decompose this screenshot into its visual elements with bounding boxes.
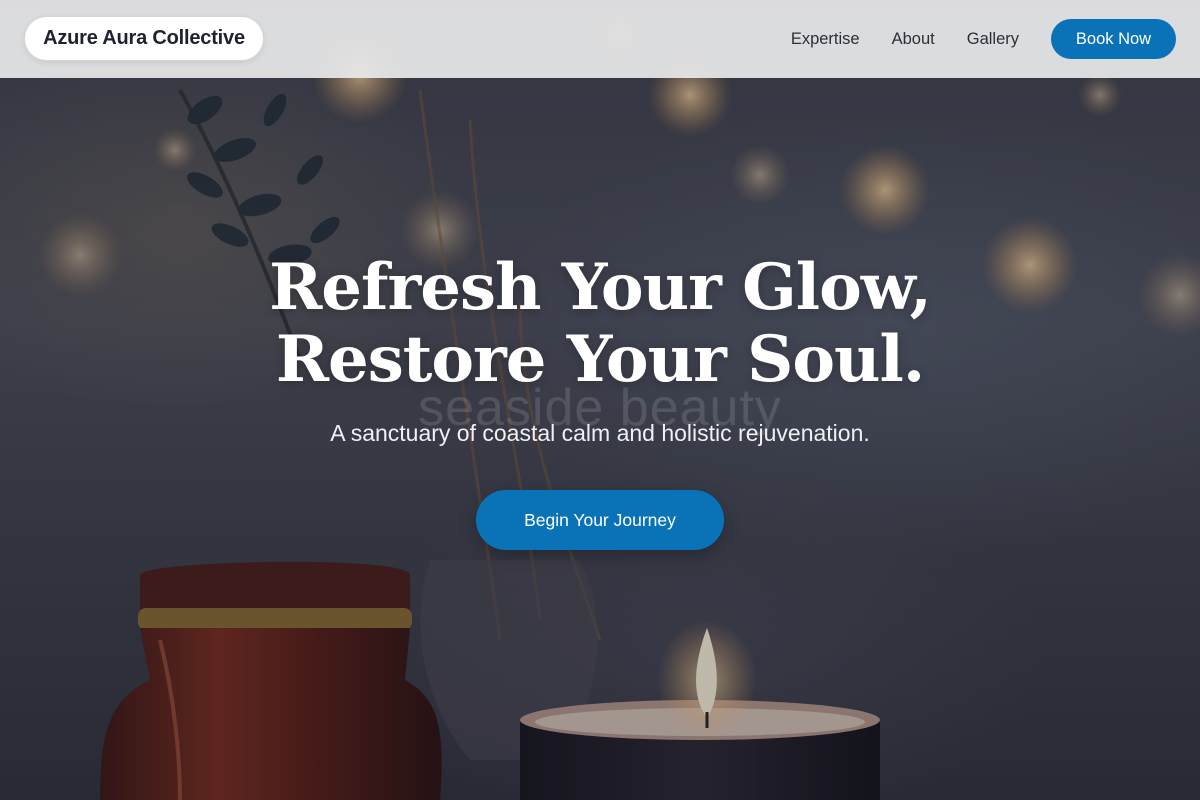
nav-link-expertise[interactable]: Expertise xyxy=(791,30,860,49)
nav-links: Expertise About Gallery Book Now xyxy=(791,19,1176,59)
begin-journey-button[interactable]: Begin Your Journey xyxy=(476,490,724,550)
hero-headline-line-1: Refresh Your Glow, xyxy=(269,250,932,325)
nav-link-gallery[interactable]: Gallery xyxy=(967,30,1019,49)
nav-link-about[interactable]: About xyxy=(892,30,935,49)
top-navbar: Azure Aura Collective Expertise About Ga… xyxy=(0,0,1200,78)
hero-subtitle: A sanctuary of coastal calm and holistic… xyxy=(330,420,870,446)
hero-headline: Refresh Your Glow, Restore Your Soul. xyxy=(100,252,1100,396)
book-now-button[interactable]: Book Now xyxy=(1051,19,1176,59)
brand-logo[interactable]: Azure Aura Collective xyxy=(24,16,264,61)
hero-headline-line-2: Restore Your Soul. xyxy=(275,322,925,397)
hero-section: seaside beauty Refresh Your Glow, Restor… xyxy=(0,0,1200,800)
